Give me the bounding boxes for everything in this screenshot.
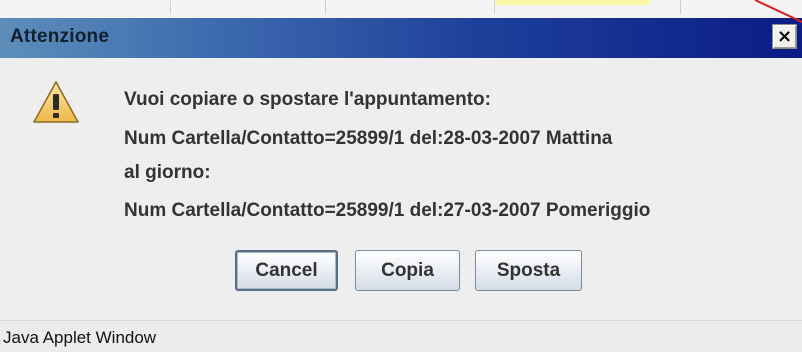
warning-icon: [33, 81, 79, 123]
copy-button[interactable]: Copia: [355, 250, 460, 291]
background-highlight: [494, 0, 650, 5]
move-button[interactable]: Sposta: [475, 250, 582, 291]
dialog-content: Vuoi copiare o spostare l'appuntamento: …: [0, 58, 802, 320]
message-line: Vuoi copiare o spostare l'appuntamento:: [124, 89, 491, 110]
message-line: al giorno:: [124, 162, 211, 183]
close-icon: ×: [776, 26, 793, 47]
dialog-title-bar[interactable]: Attenzione ×: [0, 18, 802, 58]
background-segment: [0, 0, 170, 5]
message-line: Num Cartella/Contatto=25899/1 del:27-03-…: [124, 200, 651, 221]
background-strip: [0, 0, 802, 18]
cancel-button[interactable]: Cancel: [235, 250, 338, 291]
background-divider: [680, 0, 681, 14]
background-divider: [170, 0, 171, 14]
background-divider: [325, 0, 326, 14]
applet-window-label: Java Applet Window: [3, 328, 157, 347]
dialog-title: Attenzione: [10, 26, 110, 47]
close-button[interactable]: ×: [772, 24, 797, 49]
applet-status-bar: Java Applet Window: [0, 320, 802, 352]
message-line: Num Cartella/Contatto=25899/1 del:28-03-…: [124, 128, 613, 149]
background-divider: [494, 0, 495, 14]
